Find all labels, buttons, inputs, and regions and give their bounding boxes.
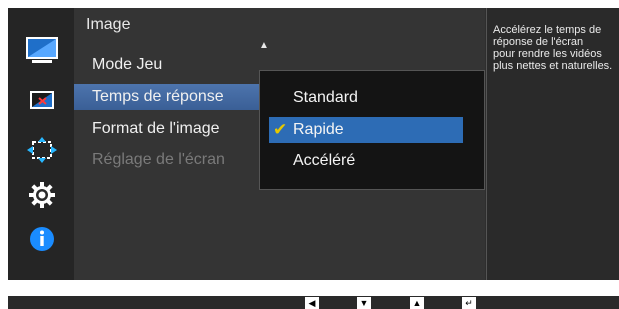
help-line: réponse de l'écran: [493, 36, 584, 48]
up-key-icon[interactable]: ▲: [410, 297, 424, 309]
menu-item-format-image[interactable]: Format de l'image: [74, 116, 260, 142]
scroll-up-icon: ▲: [259, 40, 269, 51]
checkmark-icon: ✔: [273, 120, 288, 139]
option-rapide[interactable]: ✔ Rapide: [269, 117, 463, 143]
option-accelere[interactable]: Accéléré: [269, 148, 463, 174]
option-standard[interactable]: Standard: [269, 85, 463, 111]
gear-icon[interactable]: [24, 180, 60, 210]
left-key-icon[interactable]: ◀: [305, 297, 319, 309]
menu-title: Image: [86, 16, 131, 33]
enter-key-icon[interactable]: ↵: [462, 297, 476, 309]
help-line: Accélérez le temps de: [493, 24, 602, 36]
color-icon[interactable]: [24, 88, 60, 112]
help-line: plus nettes et naturelles.: [493, 60, 613, 72]
menu-item-mode-jeu[interactable]: Mode Jeu: [74, 52, 260, 78]
menu-item-reglage-ecran: Réglage de l'écran: [92, 151, 225, 168]
help-text: Accélérez le temps de réponse de l'écran…: [493, 24, 619, 72]
menu-item-temps-de-reponse[interactable]: Temps de réponse: [74, 84, 260, 110]
help-line: pour rendre les vidéos: [493, 48, 602, 60]
size-position-icon[interactable]: [24, 136, 60, 164]
info-icon[interactable]: [24, 225, 60, 253]
monitor-icon[interactable]: [24, 34, 60, 66]
option-rapide-label: Rapide: [293, 121, 344, 138]
down-key-icon[interactable]: ▼: [357, 297, 371, 309]
